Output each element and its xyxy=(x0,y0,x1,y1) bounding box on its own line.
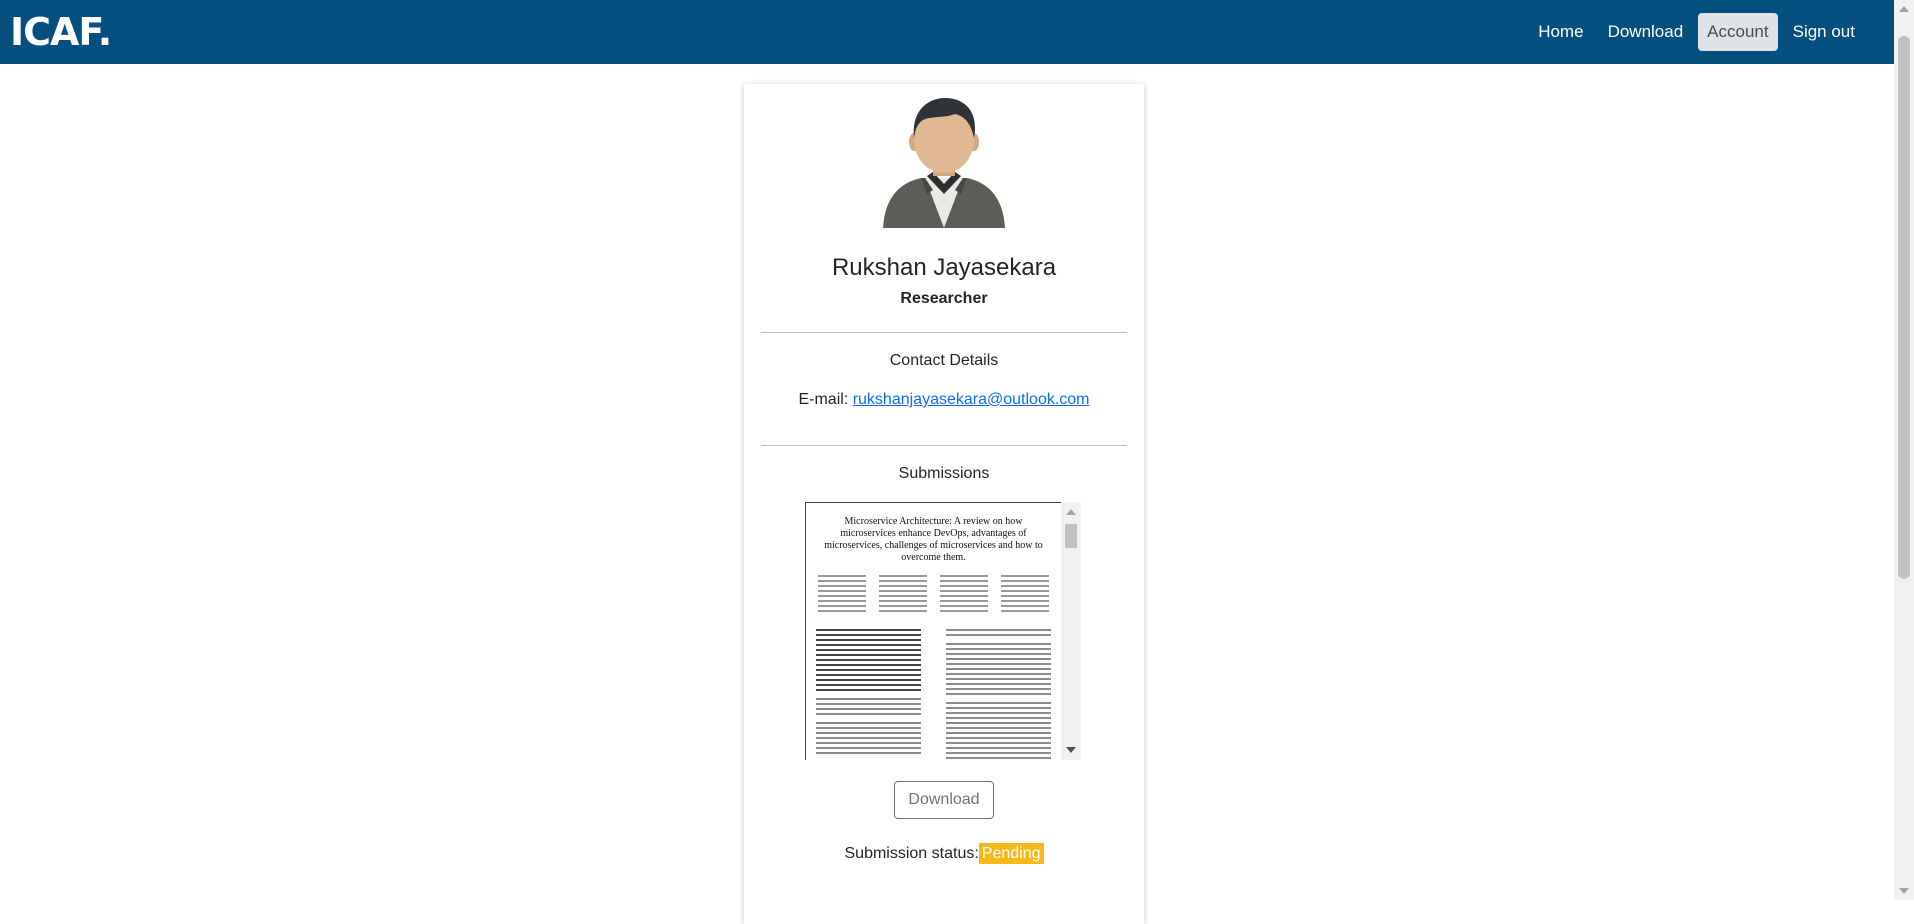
pdf-authors xyxy=(806,564,1061,612)
divider xyxy=(761,445,1127,446)
scroll-up-icon[interactable] xyxy=(1899,6,1909,12)
nav-signout-link[interactable]: Sign out xyxy=(1784,13,1864,51)
submission-status-row: Submission status: Pending xyxy=(744,843,1144,864)
user-avatar-icon xyxy=(883,98,1005,228)
nav-links: Home Download Account Sign out xyxy=(1529,13,1864,51)
nav-download-link[interactable]: Download xyxy=(1599,13,1693,51)
email-link[interactable]: rukshanjayasekara@outlook.com xyxy=(853,391,1090,408)
divider xyxy=(761,332,1127,333)
pdf-scrollbar-thumb[interactable] xyxy=(1065,524,1077,548)
status-badge: Pending xyxy=(978,843,1044,864)
nav-home-link[interactable]: Home xyxy=(1529,13,1592,51)
contact-heading: Contact Details xyxy=(889,352,999,369)
email-label: E-mail: xyxy=(798,391,849,408)
pdf-preview[interactable]: Microservice Architecture: A review on h… xyxy=(805,502,1081,760)
pdf-scrollbar[interactable] xyxy=(1061,502,1081,760)
nav-account-link[interactable]: Account xyxy=(1698,13,1778,51)
pdf-scroll-down-icon[interactable] xyxy=(1066,747,1076,753)
pdf-scroll-up-icon[interactable] xyxy=(1066,509,1076,515)
profile-role: Researcher xyxy=(900,290,988,307)
page-scrollbar[interactable] xyxy=(1894,0,1914,900)
top-navbar: ICAF. Home Download Account Sign out xyxy=(0,0,1894,64)
email-row: E-mail: rukshanjayasekara@outlook.com xyxy=(744,391,1144,409)
pdf-document-title: Microservice Architecture: A review on h… xyxy=(824,516,1043,563)
submissions-heading: Submissions xyxy=(898,465,990,482)
scrollbar-thumb[interactable] xyxy=(1898,36,1910,579)
pdf-body-columns xyxy=(806,612,1061,759)
pdf-page: Microservice Architecture: A review on h… xyxy=(805,502,1061,760)
profile-card: Rukshan Jayasekara Researcher Contact De… xyxy=(744,84,1144,924)
status-label: Submission status: xyxy=(844,845,979,862)
download-button[interactable]: Download xyxy=(894,781,994,819)
brand-logo[interactable]: ICAF. xyxy=(10,10,112,54)
scroll-down-icon[interactable] xyxy=(1899,888,1909,894)
profile-name: Rukshan Jayasekara xyxy=(831,254,1057,281)
